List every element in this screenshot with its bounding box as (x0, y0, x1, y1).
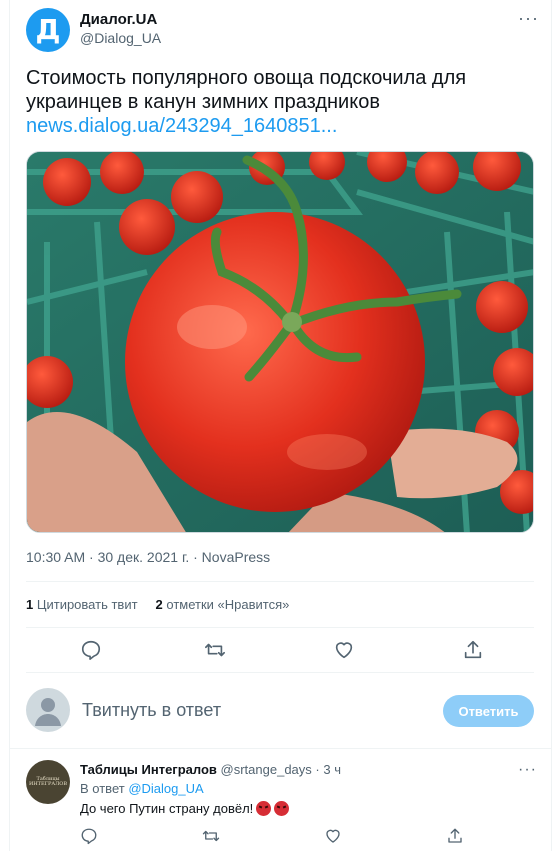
like-label: отметки «Нравится» (166, 597, 290, 612)
author-handle[interactable]: @Dialog_UA (80, 30, 161, 46)
quote-count: 1 (26, 597, 34, 612)
tweet-link[interactable]: news.dialog.ua/243294_1640851... (26, 114, 536, 138)
more-options-icon[interactable]: ··· (518, 9, 539, 27)
reply-avatar-text: Таблицы ИНТЕГРАЛОВ (28, 776, 68, 787)
reply-author-handle[interactable]: @srtange_days (221, 762, 312, 777)
reply-author-name[interactable]: Таблицы Интегралов (80, 762, 217, 777)
share-icon[interactable] (462, 639, 484, 661)
reply-header: Таблицы Интегралов @srtange_days · 3 ч (80, 762, 341, 777)
reply-icon[interactable] (80, 639, 102, 661)
avatar-letter: Д (35, 13, 61, 46)
divider (10, 748, 551, 749)
tomato-photo (27, 152, 533, 532)
author-name[interactable]: Диалог.UA (80, 11, 157, 28)
divider (26, 672, 534, 673)
default-avatar-icon (35, 698, 61, 726)
tweet-photo[interactable] (26, 151, 534, 533)
reply-input[interactable]: Твитнуть в ответ (82, 700, 221, 721)
tweet-timestamp[interactable]: 10:30 AM · 30 дек. 2021 г. · NovaPress (26, 549, 270, 565)
like-icon[interactable] (333, 639, 355, 661)
tweet-stats: 1 Цитировать твит 2 отметки «Нравится» (26, 597, 289, 612)
author-avatar[interactable]: Д (26, 8, 70, 52)
reply-button[interactable]: Ответить (443, 695, 534, 727)
like-count: 2 (155, 597, 163, 612)
tweet-text: Стоимость популярного овоща подскочила д… (26, 66, 536, 138)
reply-actions (80, 827, 480, 847)
like-icon[interactable] (324, 827, 342, 845)
share-icon[interactable] (446, 827, 464, 845)
divider (26, 627, 534, 628)
quote-label: Цитировать твит (36, 597, 138, 612)
retweet-icon[interactable] (204, 639, 226, 661)
reply-body: До чего Путин страну довёл! (80, 801, 254, 816)
user-avatar[interactable] (26, 688, 70, 732)
retweet-icon[interactable] (202, 827, 220, 845)
tweet-actions (26, 637, 534, 663)
replying-to-link[interactable]: @Dialog_UA (128, 781, 203, 796)
reply-icon[interactable] (80, 827, 98, 845)
tweet-body: Стоимость популярного овоща подскочила д… (26, 67, 467, 113)
replying-to-prefix: В ответ (80, 781, 125, 796)
replying-to: В ответ @Dialog_UA (80, 781, 204, 796)
reply-timestamp[interactable]: · 3 ч (315, 762, 341, 777)
reply-text: До чего Путин страну довёл! (80, 801, 290, 816)
angry-face-emoji (256, 801, 272, 816)
quote-stat[interactable]: 1 Цитировать твит (26, 597, 138, 612)
reply-more-options-icon[interactable]: ··· (518, 762, 537, 778)
angry-face-emoji (274, 801, 290, 816)
reply-author-avatar[interactable]: Таблицы ИНТЕГРАЛОВ (26, 760, 70, 804)
like-stat[interactable]: 2 отметки «Нравится» (156, 597, 290, 612)
divider (26, 581, 534, 582)
